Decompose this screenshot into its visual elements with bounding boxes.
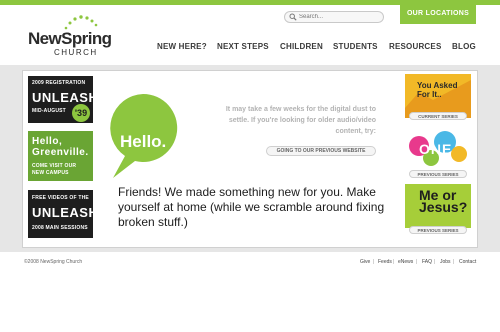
footer-link-feeds[interactable]: Feeds bbox=[378, 259, 392, 265]
footer-link-faq[interactable]: FAQ bbox=[422, 259, 432, 265]
footer-link-give[interactable]: Give bbox=[360, 259, 370, 265]
promo-subtitle: COME VISIT OUR NEW CAMPUS bbox=[32, 163, 77, 176]
series-title: Me or Jesus? bbox=[419, 187, 468, 215]
promo-title: UNLEASH bbox=[32, 90, 99, 105]
footer-link-enews[interactable]: eNews bbox=[398, 259, 413, 265]
nav-children[interactable]: CHILDREN bbox=[280, 42, 323, 51]
promo-hello-greenville[interactable]: Hello, Greenville. COME VISIT OUR NEW CA… bbox=[28, 131, 93, 181]
welcome-message: Friends! We made something new for you. … bbox=[118, 185, 385, 229]
series-previous-me-or-jesus[interactable]: Me or Jesus? PREVIOUS SERIES bbox=[405, 184, 471, 239]
nav-blog[interactable]: BLOG bbox=[452, 42, 476, 51]
footer-separator: | bbox=[416, 259, 418, 265]
footer-separator: | bbox=[434, 259, 436, 265]
nav-new-here[interactable]: NEW HERE? bbox=[157, 42, 207, 51]
footer-link-jobs[interactable]: Jobs bbox=[440, 259, 451, 265]
promo-title: Hello, Greenville. bbox=[32, 136, 89, 158]
series-title: You Asked For It.. bbox=[417, 81, 458, 99]
promo-unleash-videos[interactable]: FREE VIDEOS OF THE UNLEASH 2008 MAIN SES… bbox=[28, 190, 98, 238]
footer-separator: | bbox=[453, 259, 455, 265]
previous-website-button[interactable]: GOING TO OUR PREVIOUS WEBSITE bbox=[266, 146, 376, 156]
hello-heading: Hello. bbox=[120, 132, 167, 151]
logo-wordmark[interactable]: NewSpring bbox=[28, 29, 112, 49]
current-series-button[interactable]: CURRENT SERIES bbox=[409, 112, 467, 120]
footer-link-contact[interactable]: Contact bbox=[459, 259, 476, 265]
series-previous-one[interactable]: ONE PREVIOUS SERIES bbox=[405, 128, 471, 183]
our-locations-button[interactable]: OUR LOCATIONS bbox=[400, 4, 476, 24]
copyright: ©2008 NewSpring Church bbox=[24, 259, 83, 265]
promo-unleash-registration[interactable]: 2009 REGISTRATION UNLEASH MID-AUGUST '39 bbox=[28, 76, 98, 123]
promo-subtitle: 2008 MAIN SESSIONS bbox=[32, 225, 88, 231]
promo-label: 2009 REGISTRATION bbox=[32, 80, 86, 86]
logo-subtitle: CHURCH bbox=[54, 48, 98, 57]
series-current[interactable]: You Asked For It.. CURRENT SERIES bbox=[405, 74, 471, 129]
nav-students[interactable]: STUDENTS bbox=[333, 42, 378, 51]
search-box bbox=[284, 11, 384, 23]
previous-series-button[interactable]: PREVIOUS SERIES bbox=[409, 226, 467, 234]
promo-badge: '39 bbox=[72, 104, 90, 122]
search-icon bbox=[289, 13, 297, 21]
series-artwork: ONE bbox=[405, 128, 471, 172]
nav-resources[interactable]: RESOURCES bbox=[389, 42, 441, 51]
footer-separator: | bbox=[393, 259, 395, 265]
search-input[interactable] bbox=[299, 12, 379, 22]
promo-title: UNLEASH bbox=[32, 205, 99, 220]
digital-dust-notice: It may take a few weeks for the digital … bbox=[225, 106, 376, 135]
promo-date: MID-AUGUST bbox=[32, 108, 66, 114]
previous-series-button[interactable]: PREVIOUS SERIES bbox=[409, 170, 467, 178]
footer-separator: | bbox=[373, 259, 375, 265]
promo-label: FREE VIDEOS OF THE bbox=[32, 195, 89, 201]
series-artwork: Me or Jesus? bbox=[405, 184, 471, 228]
series-title: ONE bbox=[419, 141, 453, 157]
nav-next-steps[interactable]: NEXT STEPS bbox=[217, 42, 269, 51]
